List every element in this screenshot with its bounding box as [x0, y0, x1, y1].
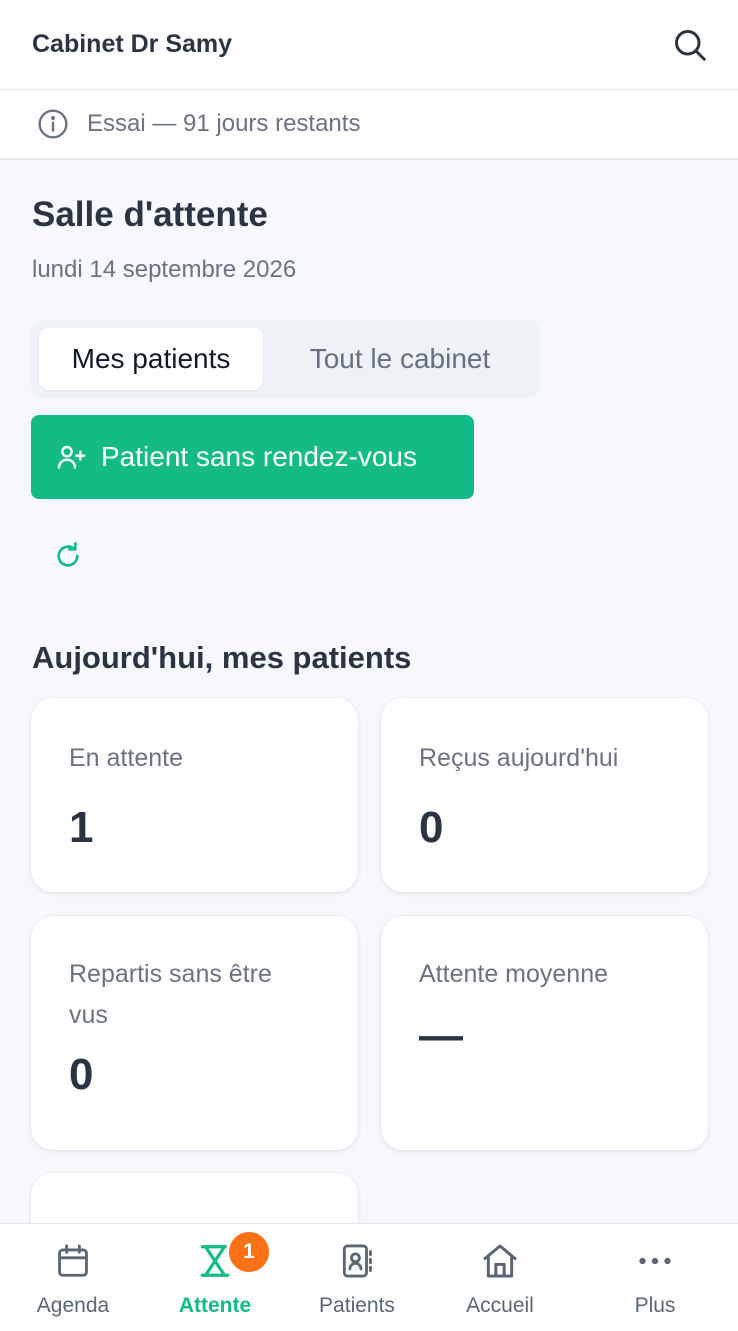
home-icon: [483, 1244, 517, 1278]
stat-card-left-unseen: Repartis sans être vus 0: [31, 916, 358, 1150]
stat-card-seen-today: Reçus aujourd'hui 0: [381, 698, 708, 892]
waiting-count-badge: 1: [226, 1229, 272, 1275]
contacts-icon: [342, 1244, 372, 1278]
stat-label: En attente: [69, 744, 183, 772]
tab-tout-le-cabinet[interactable]: Tout le cabinet: [269, 328, 531, 390]
user-plus-icon: [57, 445, 86, 469]
nav-label: Agenda: [36, 1294, 110, 1317]
nav-item-accueil[interactable]: Accueil: [427, 1224, 573, 1331]
stat-value: —: [419, 1011, 463, 1060]
app-screen: Cabinet Dr Samy Essai — 91 jours restant…: [0, 0, 738, 1331]
stat-card-waiting: En attente 1: [31, 698, 358, 892]
page-date: lundi 14 septembre 2026: [32, 256, 297, 283]
top-bar: Cabinet Dr Samy: [0, 0, 738, 90]
stat-card-partial: [31, 1173, 358, 1223]
page-title: Salle d'attente: [32, 195, 268, 234]
trial-text: Essai — 91 jours restants: [87, 110, 361, 137]
nav-item-plus[interactable]: Plus: [582, 1224, 728, 1331]
stat-label: Reçus aujourd'hui: [419, 744, 619, 772]
stat-value: 1: [69, 803, 94, 852]
main-content[interactable]: Salle d'attente lundi 14 septembre 2026 …: [0, 160, 738, 1223]
app-title: Cabinet Dr Samy: [32, 30, 233, 58]
search-icon: [675, 29, 706, 61]
nav-item-attente[interactable]: 1 Attente: [142, 1224, 288, 1331]
refresh-icon: [57, 542, 79, 567]
nav-label: Plus: [634, 1294, 676, 1317]
stat-value: 0: [69, 1050, 94, 1099]
more-icon: [639, 1257, 671, 1265]
section-title: Aujourd'hui, mes patients: [32, 640, 412, 675]
walk-in-patient-button[interactable]: Patient sans rendez-vous: [31, 415, 474, 499]
nav-label: Patients: [319, 1294, 395, 1317]
scope-tabs: Mes patients Tout le cabinet: [31, 320, 540, 398]
info-icon: [38, 109, 68, 139]
trial-banner: Essai — 91 jours restants: [0, 90, 738, 160]
calendar-icon: [58, 1244, 88, 1277]
stat-value: 0: [419, 803, 444, 852]
search-button[interactable]: [670, 25, 710, 65]
stat-card-average-wait: Attente moyenne —: [381, 916, 708, 1150]
refresh-button[interactable]: [50, 538, 86, 574]
walk-in-label: Patient sans rendez-vous: [101, 441, 417, 472]
nav-item-patients[interactable]: Patients: [284, 1224, 430, 1331]
stat-label: Repartis sans être vus: [69, 960, 272, 1029]
nav-item-agenda[interactable]: Agenda: [0, 1224, 146, 1331]
nav-label: Attente: [178, 1294, 252, 1317]
stat-label: Attente moyenne: [419, 960, 609, 988]
nav-label: Accueil: [466, 1294, 534, 1317]
tab-mes-patients[interactable]: Mes patients: [39, 328, 263, 390]
bottom-nav: Agenda 1 Attente Patients Accueil Plus: [0, 1223, 738, 1331]
